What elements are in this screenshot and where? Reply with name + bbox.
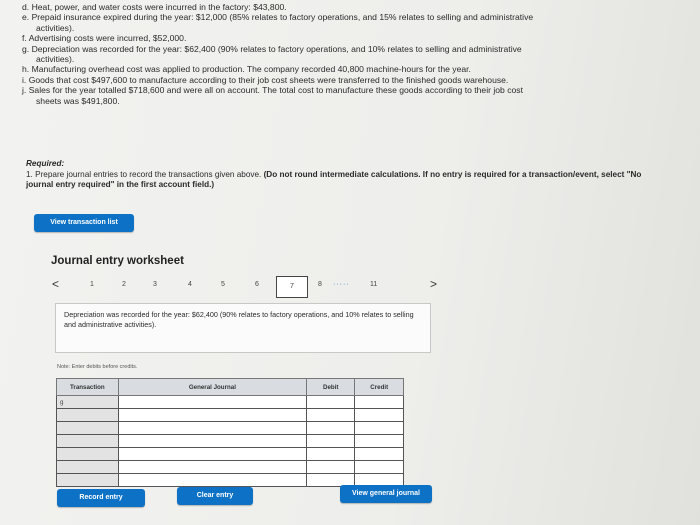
problem-statement: d. Heat, power, and water costs were inc… (22, 2, 662, 106)
account-input[interactable] (117, 434, 308, 448)
transaction-cell (56, 473, 119, 487)
debit-input[interactable] (306, 395, 356, 409)
credit-input[interactable] (354, 395, 404, 409)
page-8[interactable]: 8 (318, 281, 322, 288)
page-11[interactable]: 11 (370, 281, 377, 288)
page-6[interactable]: 6 (255, 281, 259, 288)
item-j-cont: sheets was $491,800. (36, 95, 120, 106)
credit-input[interactable] (354, 408, 404, 422)
table-row (56, 408, 404, 422)
debit-credit-note: Note: Enter debits before credits. (57, 364, 138, 370)
required-heading: Required: (26, 159, 65, 168)
required-instructions: 1. Prepare journal entries to record the… (26, 169, 642, 190)
credit-input[interactable] (354, 447, 404, 461)
item-d: d. Heat, power, and water costs were inc… (22, 2, 287, 12)
debit-input[interactable] (306, 408, 356, 422)
page-5[interactable]: 5 (221, 281, 225, 288)
header-general-journal: General Journal (117, 378, 308, 396)
item-h: h. Manufacturing overhead cost was appli… (22, 64, 471, 75)
pager-ellipsis: ····· (333, 281, 350, 288)
item-f: f. Advertising costs were incurred, $52,… (22, 33, 187, 44)
transaction-cell (56, 408, 119, 422)
view-transaction-list-button[interactable]: View transaction list (34, 214, 134, 232)
account-input[interactable] (117, 447, 308, 461)
debit-input[interactable] (306, 460, 356, 474)
account-input[interactable] (117, 473, 308, 487)
debit-input[interactable] (306, 434, 356, 448)
debit-input[interactable] (306, 447, 356, 461)
page-7-current[interactable]: 7 (276, 276, 308, 298)
table-row (56, 447, 404, 461)
header-credit: Credit (354, 378, 404, 396)
account-input[interactable] (117, 408, 308, 422)
record-entry-button[interactable]: Record entry (57, 489, 145, 507)
journal-entry-table: Transaction General Journal Debit Credit… (56, 378, 404, 487)
transaction-cell (56, 421, 119, 435)
required-section: Required: 1. Prepare journal entries to … (26, 159, 646, 191)
worksheet-title: Journal entry worksheet (51, 255, 184, 267)
transaction-cell (56, 434, 119, 448)
transaction-cell: g (56, 395, 119, 409)
item-e: e. Prepaid insurance expired during the … (22, 12, 534, 23)
clear-entry-button[interactable]: Clear entry (177, 487, 253, 505)
page-1[interactable]: 1 (90, 281, 94, 288)
view-general-journal-button[interactable]: View general journal (340, 485, 432, 503)
credit-input[interactable] (354, 421, 404, 435)
debit-input[interactable] (306, 421, 356, 435)
header-transaction: Transaction (56, 378, 119, 396)
page-4[interactable]: 4 (188, 281, 192, 288)
transaction-cell (56, 447, 119, 461)
worksheet-pager: < 1 2 3 4 5 6 7 8 ····· 11 > (50, 276, 445, 298)
table-row (56, 460, 404, 474)
credit-input[interactable] (354, 460, 404, 474)
account-input[interactable] (117, 395, 308, 409)
transaction-cell (56, 460, 119, 474)
table-row (56, 434, 404, 448)
page-3[interactable]: 3 (153, 281, 157, 288)
item-g: g. Depreciation was recorded for the yea… (22, 43, 522, 54)
item-g-cont: activities). (36, 54, 75, 65)
item-e-cont: activities). (36, 22, 75, 33)
table-row: g (56, 395, 404, 409)
account-input[interactable] (117, 421, 308, 435)
page-2[interactable]: 2 (122, 281, 126, 288)
prev-arrow-icon[interactable]: < (52, 277, 59, 291)
table-row (56, 421, 404, 435)
credit-input[interactable] (354, 434, 404, 448)
next-arrow-icon[interactable]: > (430, 277, 437, 291)
item-j: j. Sales for the year totalled $718,600 … (22, 85, 523, 96)
transaction-description: Depreciation was recorded for the year: … (55, 303, 431, 353)
account-input[interactable] (117, 460, 308, 474)
item-i: i. Goods that cost $497,600 to manufactu… (22, 74, 509, 85)
header-debit: Debit (306, 378, 356, 396)
